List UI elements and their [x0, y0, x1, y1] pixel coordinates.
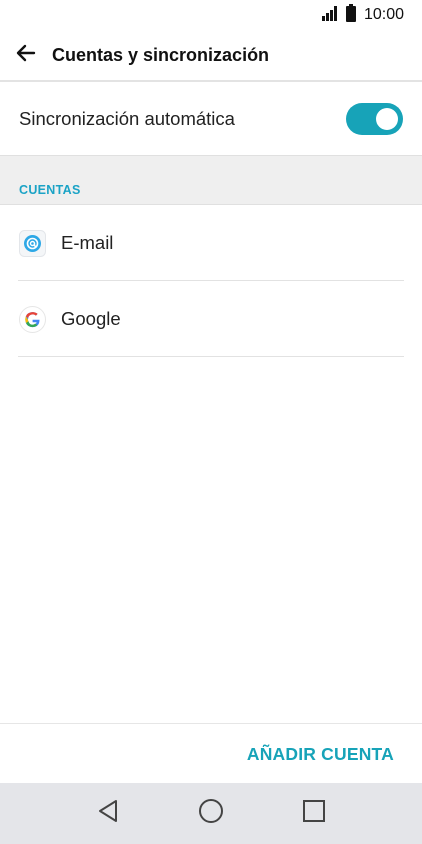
battery-icon	[345, 3, 356, 27]
toggle-knob	[376, 107, 398, 130]
back-button[interactable]	[0, 30, 52, 80]
account-item-email[interactable]: E-mail	[0, 205, 422, 281]
auto-sync-label: Sincronización automática	[19, 107, 235, 129]
at-sign-icon	[19, 229, 46, 257]
account-label: Google	[61, 308, 121, 329]
divider	[18, 356, 404, 357]
back-triangle-icon	[97, 799, 119, 828]
action-bar: AÑADIR CUENTA	[0, 723, 422, 784]
signal-icon	[321, 5, 340, 26]
account-item-google[interactable]: Google	[0, 281, 422, 357]
page-title: Cuentas y sincronización	[52, 44, 270, 65]
add-account-button[interactable]: AÑADIR CUENTA	[247, 744, 394, 765]
app-bar: Cuentas y sincronización	[0, 30, 422, 82]
status-time: 10:00	[363, 6, 404, 23]
section-label: CUENTAS	[19, 183, 81, 197]
auto-sync-row[interactable]: Sincronización automática	[0, 82, 422, 155]
auto-sync-toggle[interactable]	[346, 102, 403, 135]
status-bar: 10:00	[0, 0, 422, 30]
recents-square-icon	[302, 799, 326, 828]
home-circle-icon	[198, 798, 224, 829]
arrow-left-icon	[14, 41, 38, 70]
nav-recents-button[interactable]	[289, 789, 339, 839]
navigation-bar	[0, 783, 422, 844]
accounts-section-header: CUENTAS	[0, 155, 422, 205]
nav-home-button[interactable]	[186, 789, 236, 839]
screen: 10:00 Cuentas y sincronización Sincroniz…	[0, 0, 422, 844]
nav-back-button[interactable]	[83, 789, 133, 839]
google-icon	[19, 305, 46, 333]
account-label: E-mail	[61, 232, 114, 253]
